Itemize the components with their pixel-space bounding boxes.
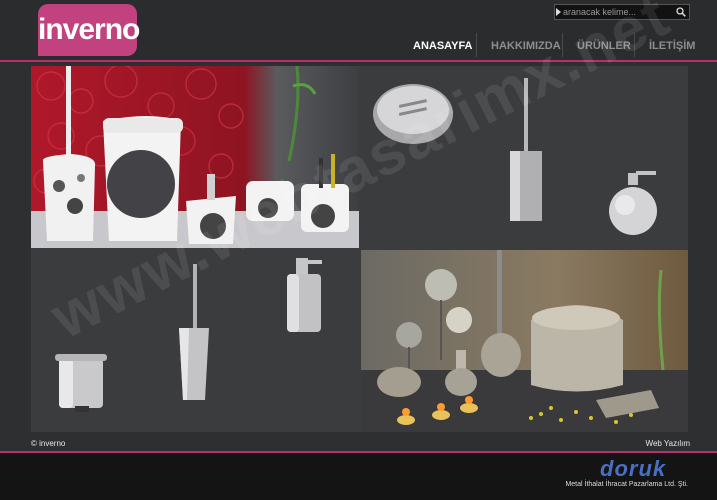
search-box: [554, 4, 690, 20]
doruk-tagline: Metal İthalat İhracat Pazarlama Ltd. Şti…: [565, 481, 688, 488]
main-nav: ANASAYFA HAKKIMIZDA ÜRÜNLER İLETİŞİM: [0, 33, 717, 59]
search-arrow-icon: [556, 8, 561, 16]
product-photo-empty[interactable]: [250, 340, 359, 432]
product-photo-soap-dish[interactable]: [361, 66, 468, 157]
product-photo-white-set[interactable]: [31, 66, 359, 248]
copyright-text: © inverno: [31, 439, 66, 448]
round-dispenser-image: [609, 171, 657, 235]
pedal-bin-image: [55, 354, 107, 412]
product-gallery: [31, 66, 688, 432]
search-icon[interactable]: [676, 7, 686, 17]
product-photo-pedal-bin[interactable]: [31, 340, 139, 432]
nav-anasayfa[interactable]: ANASAYFA: [413, 33, 473, 59]
brush-holder-image: [510, 78, 542, 221]
nav-separator: [634, 33, 635, 57]
nav-hakkimizda[interactable]: HAKKIMIZDA: [491, 33, 561, 59]
white-set-image: [31, 66, 359, 248]
soap-dish-image: [373, 84, 453, 144]
nav-urunler[interactable]: ÜRÜNLER: [577, 33, 631, 59]
product-photo-stone-set[interactable]: [361, 250, 688, 432]
toilet-brush-image: [179, 264, 209, 400]
web-yazilim-link[interactable]: Web Yazılım: [646, 439, 690, 448]
nav-iletisim[interactable]: İLETİŞİM: [649, 33, 695, 59]
product-photo-empty[interactable]: [361, 159, 468, 248]
search-input[interactable]: [563, 5, 673, 19]
nav-separator: [476, 33, 477, 57]
product-photo-empty[interactable]: [31, 250, 139, 338]
doruk-logo[interactable]: doruk: [600, 456, 666, 482]
stone-set-image: [361, 250, 688, 432]
product-photo-brush-holder[interactable]: [470, 66, 578, 248]
header-divider: [0, 60, 717, 62]
product-photo-lotion-pump[interactable]: [250, 250, 359, 338]
nav-separator: [562, 33, 563, 57]
product-photo-empty[interactable]: [580, 66, 688, 157]
lotion-pump-image: [287, 258, 322, 332]
product-photo-soap-dispenser-round[interactable]: [580, 159, 688, 248]
product-photo-toilet-brush[interactable]: [141, 250, 248, 432]
